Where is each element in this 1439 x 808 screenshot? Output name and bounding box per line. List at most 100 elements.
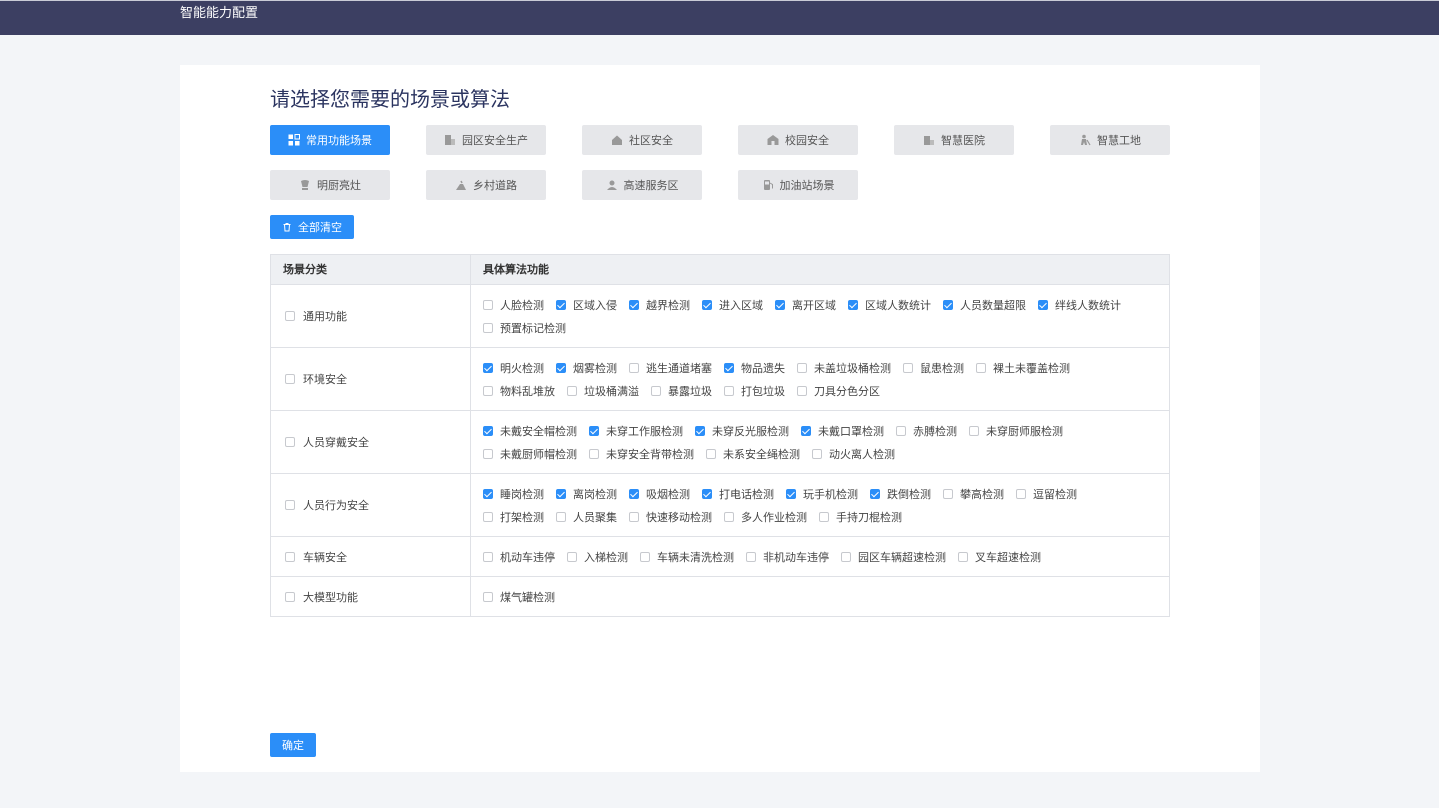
algorithm-checkbox[interactable] bbox=[483, 511, 493, 522]
algorithm-option[interactable]: 打架检测 bbox=[483, 505, 544, 528]
algorithm-option[interactable]: 离开区域 bbox=[775, 293, 836, 316]
algorithm-checkbox[interactable] bbox=[819, 511, 829, 522]
algorithm-checkbox[interactable] bbox=[695, 425, 705, 436]
algorithm-option[interactable]: 园区车辆超速检测 bbox=[841, 545, 946, 568]
algorithm-option[interactable]: 人脸检测 bbox=[483, 293, 544, 316]
scene-button[interactable]: 智慧医院 bbox=[894, 125, 1014, 155]
algorithm-checkbox[interactable] bbox=[483, 299, 493, 310]
algorithm-checkbox[interactable] bbox=[801, 425, 811, 436]
algorithm-option[interactable]: 未穿工作服检测 bbox=[589, 419, 683, 442]
algorithm-checkbox[interactable] bbox=[969, 425, 979, 436]
algorithm-checkbox[interactable] bbox=[483, 551, 493, 562]
algorithm-option[interactable]: 攀高检测 bbox=[943, 482, 1004, 505]
algorithm-option[interactable]: 打电话检测 bbox=[702, 482, 774, 505]
algorithm-checkbox[interactable] bbox=[775, 299, 785, 310]
algorithm-checkbox[interactable] bbox=[629, 362, 639, 373]
algorithm-checkbox[interactable] bbox=[651, 385, 661, 396]
algorithm-checkbox[interactable] bbox=[589, 425, 599, 436]
algorithm-option[interactable]: 明火检测 bbox=[483, 356, 544, 379]
algorithm-option[interactable]: 叉车超速检测 bbox=[958, 545, 1041, 568]
algorithm-checkbox[interactable] bbox=[702, 299, 712, 310]
algorithm-checkbox[interactable] bbox=[943, 299, 953, 310]
algorithm-option[interactable]: 睡岗检测 bbox=[483, 482, 544, 505]
algorithm-option[interactable]: 裸土未覆盖检测 bbox=[976, 356, 1070, 379]
algorithm-option[interactable]: 物料乱堆放 bbox=[483, 379, 555, 402]
algorithm-checkbox[interactable] bbox=[483, 322, 493, 333]
algorithm-option[interactable]: 离岗检测 bbox=[556, 482, 617, 505]
category-checkbox[interactable] bbox=[285, 551, 295, 562]
scene-button[interactable]: 加油站场景 bbox=[738, 170, 858, 200]
algorithm-option[interactable]: 入梯检测 bbox=[567, 545, 628, 568]
algorithm-option[interactable]: 区域入侵 bbox=[556, 293, 617, 316]
algorithm-option[interactable]: 打包垃圾 bbox=[724, 379, 785, 402]
algorithm-option[interactable]: 进入区域 bbox=[702, 293, 763, 316]
algorithm-checkbox[interactable] bbox=[786, 488, 796, 499]
scene-button[interactable]: 常用功能场景 bbox=[270, 125, 390, 155]
algorithm-checkbox[interactable] bbox=[903, 362, 913, 373]
algorithm-checkbox[interactable] bbox=[976, 362, 986, 373]
algorithm-checkbox[interactable] bbox=[556, 299, 566, 310]
scene-button[interactable]: 高速服务区 bbox=[582, 170, 702, 200]
clear-all-button[interactable]: 全部清空 bbox=[270, 215, 354, 239]
algorithm-option[interactable]: 动火离人检测 bbox=[812, 442, 895, 465]
algorithm-option[interactable]: 鼠患检测 bbox=[903, 356, 964, 379]
category-checkbox[interactable] bbox=[285, 591, 295, 602]
scene-button[interactable]: 园区安全生产 bbox=[426, 125, 546, 155]
algorithm-checkbox[interactable] bbox=[629, 299, 639, 310]
algorithm-option[interactable]: 未穿安全背带检测 bbox=[589, 442, 694, 465]
scene-button[interactable]: 明厨亮灶 bbox=[270, 170, 390, 200]
algorithm-option[interactable]: 人员数量超限 bbox=[943, 293, 1026, 316]
algorithm-checkbox[interactable] bbox=[483, 448, 493, 459]
algorithm-checkbox[interactable] bbox=[640, 551, 650, 562]
algorithm-checkbox[interactable] bbox=[848, 299, 858, 310]
algorithm-checkbox[interactable] bbox=[958, 551, 968, 562]
algorithm-checkbox[interactable] bbox=[841, 551, 851, 562]
algorithm-checkbox[interactable] bbox=[896, 425, 906, 436]
algorithm-option[interactable]: 绊线人数统计 bbox=[1038, 293, 1121, 316]
algorithm-checkbox[interactable] bbox=[702, 488, 712, 499]
algorithm-option[interactable]: 暴露垃圾 bbox=[651, 379, 712, 402]
algorithm-option[interactable]: 未戴厨师帽检测 bbox=[483, 442, 577, 465]
category-checkbox[interactable] bbox=[285, 500, 295, 510]
algorithm-option[interactable]: 未系安全绳检测 bbox=[706, 442, 800, 465]
algorithm-option[interactable]: 越界检测 bbox=[629, 293, 690, 316]
algorithm-option[interactable]: 未盖垃圾桶检测 bbox=[797, 356, 891, 379]
algorithm-option[interactable]: 赤膊检测 bbox=[896, 419, 957, 442]
algorithm-option[interactable]: 未戴安全帽检测 bbox=[483, 419, 577, 442]
confirm-button[interactable]: 确定 bbox=[270, 733, 316, 757]
algorithm-option[interactable]: 手持刀棍检测 bbox=[819, 505, 902, 528]
algorithm-option[interactable]: 未穿反光服检测 bbox=[695, 419, 789, 442]
algorithm-checkbox[interactable] bbox=[1038, 299, 1048, 310]
algorithm-checkbox[interactable] bbox=[746, 551, 756, 562]
algorithm-checkbox[interactable] bbox=[483, 385, 493, 396]
algorithm-checkbox[interactable] bbox=[483, 591, 493, 602]
category-checkbox[interactable] bbox=[285, 311, 295, 321]
algorithm-option[interactable]: 人员聚集 bbox=[556, 505, 617, 528]
algorithm-option[interactable]: 物品遗失 bbox=[724, 356, 785, 379]
scene-button[interactable]: 智慧工地 bbox=[1050, 125, 1170, 155]
algorithm-checkbox[interactable] bbox=[812, 448, 822, 459]
scene-button[interactable]: 乡村道路 bbox=[426, 170, 546, 200]
algorithm-checkbox[interactable] bbox=[797, 362, 807, 373]
algorithm-checkbox[interactable] bbox=[870, 488, 880, 499]
algorithm-checkbox[interactable] bbox=[1016, 488, 1026, 499]
category-checkbox[interactable] bbox=[285, 437, 295, 447]
algorithm-checkbox[interactable] bbox=[556, 488, 566, 499]
algorithm-checkbox[interactable] bbox=[724, 385, 734, 396]
algorithm-checkbox[interactable] bbox=[556, 362, 566, 373]
algorithm-option[interactable]: 区域人数统计 bbox=[848, 293, 931, 316]
algorithm-option[interactable]: 煤气罐检测 bbox=[483, 585, 555, 608]
algorithm-checkbox[interactable] bbox=[724, 362, 734, 373]
algorithm-option[interactable]: 逃生通道堵塞 bbox=[629, 356, 712, 379]
algorithm-checkbox[interactable] bbox=[629, 511, 639, 522]
algorithm-option[interactable]: 非机动车违停 bbox=[746, 545, 829, 568]
algorithm-option[interactable]: 未戴口罩检测 bbox=[801, 419, 884, 442]
algorithm-option[interactable]: 刀具分色分区 bbox=[797, 379, 880, 402]
algorithm-checkbox[interactable] bbox=[797, 385, 807, 396]
algorithm-checkbox[interactable] bbox=[483, 425, 493, 436]
algorithm-option[interactable]: 逗留检测 bbox=[1016, 482, 1077, 505]
algorithm-checkbox[interactable] bbox=[724, 511, 734, 522]
algorithm-option[interactable]: 烟雾检测 bbox=[556, 356, 617, 379]
algorithm-checkbox[interactable] bbox=[706, 448, 716, 459]
algorithm-option[interactable]: 垃圾桶满溢 bbox=[567, 379, 639, 402]
